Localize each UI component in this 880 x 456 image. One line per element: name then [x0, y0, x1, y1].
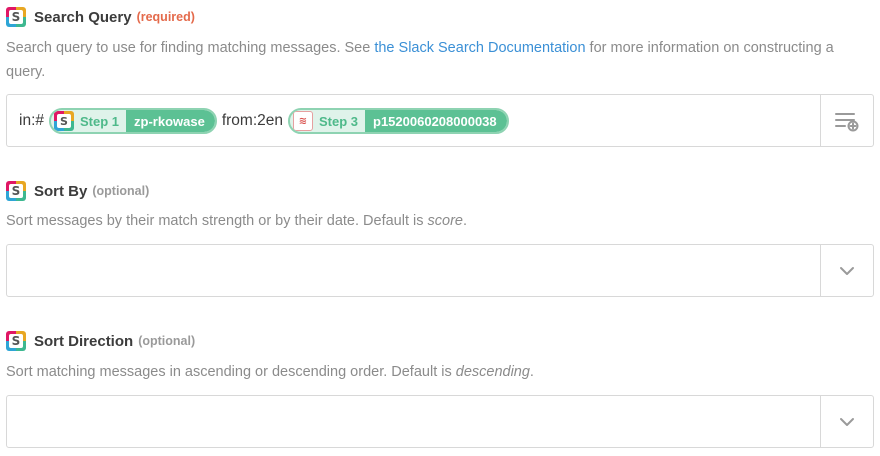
help-text-emphasis: score	[427, 213, 463, 229]
step-1-pill[interactable]: S Step 1 zp-rkowase	[49, 108, 217, 134]
field-help-text: Sort messages by their match strength or…	[6, 209, 866, 233]
field-help-text: Search query to use for finding matching…	[6, 36, 866, 84]
slack-icon: S	[6, 7, 26, 27]
slack-icon: S	[6, 331, 26, 351]
dropdown-toggle[interactable]	[820, 396, 873, 447]
help-text-prefix: Sort matching messages in ascending or d…	[6, 364, 456, 380]
slack-search-docs-link[interactable]: the Slack Search Documentation	[374, 40, 585, 56]
optional-tag: (optional)	[138, 334, 196, 348]
slack-icon: S	[6, 181, 26, 201]
query-text-before: in:#	[19, 112, 44, 129]
sort-by-label-row: S Sort By (optional)	[6, 180, 149, 202]
field-label: Search Query	[34, 8, 132, 26]
dropdown-toggle[interactable]	[820, 245, 873, 296]
search-query-label-row: S Search Query (required)	[6, 6, 195, 28]
help-text-prefix: Search query to use for finding matching…	[6, 40, 375, 56]
field-help-text: Sort matching messages in ascending or d…	[6, 360, 866, 384]
query-text-middle: from:2en	[221, 112, 283, 129]
sort-direction-select[interactable]	[6, 395, 874, 448]
help-text-emphasis: descending	[455, 364, 530, 380]
required-tag: (required)	[136, 10, 195, 24]
field-label: Sort Direction	[34, 332, 134, 350]
help-text-prefix: Sort messages by their match strength or…	[6, 213, 428, 229]
pill-value: p1520060208000038	[365, 110, 507, 132]
slack-icon: S	[54, 111, 74, 131]
chevron-down-icon	[840, 417, 854, 426]
help-text-suffix: .	[529, 364, 534, 380]
pill-step-label: Step 1	[80, 113, 120, 129]
help-text-suffix: .	[462, 213, 467, 229]
field-label: Sort By	[34, 182, 88, 200]
sort-by-select[interactable]	[6, 244, 874, 297]
chevron-down-icon	[840, 266, 854, 275]
pill-step-label: Step 3	[319, 113, 359, 129]
optional-tag: (optional)	[92, 184, 150, 198]
query-content: in:# S Step 1 zp-rkowase from:2en ≋ Step…	[17, 107, 512, 135]
mail-icon: ≋	[293, 111, 313, 131]
sort-direction-label-row: S Sort Direction (optional)	[6, 330, 195, 352]
step-3-pill[interactable]: ≋ Step 3 p1520060208000038	[288, 108, 509, 134]
insert-field-button[interactable]	[820, 95, 873, 146]
search-query-input[interactable]: in:# S Step 1 zp-rkowase from:2en ≋ Step…	[6, 94, 874, 147]
insert-field-icon	[835, 112, 859, 131]
pill-value: zp-rkowase	[126, 110, 215, 132]
